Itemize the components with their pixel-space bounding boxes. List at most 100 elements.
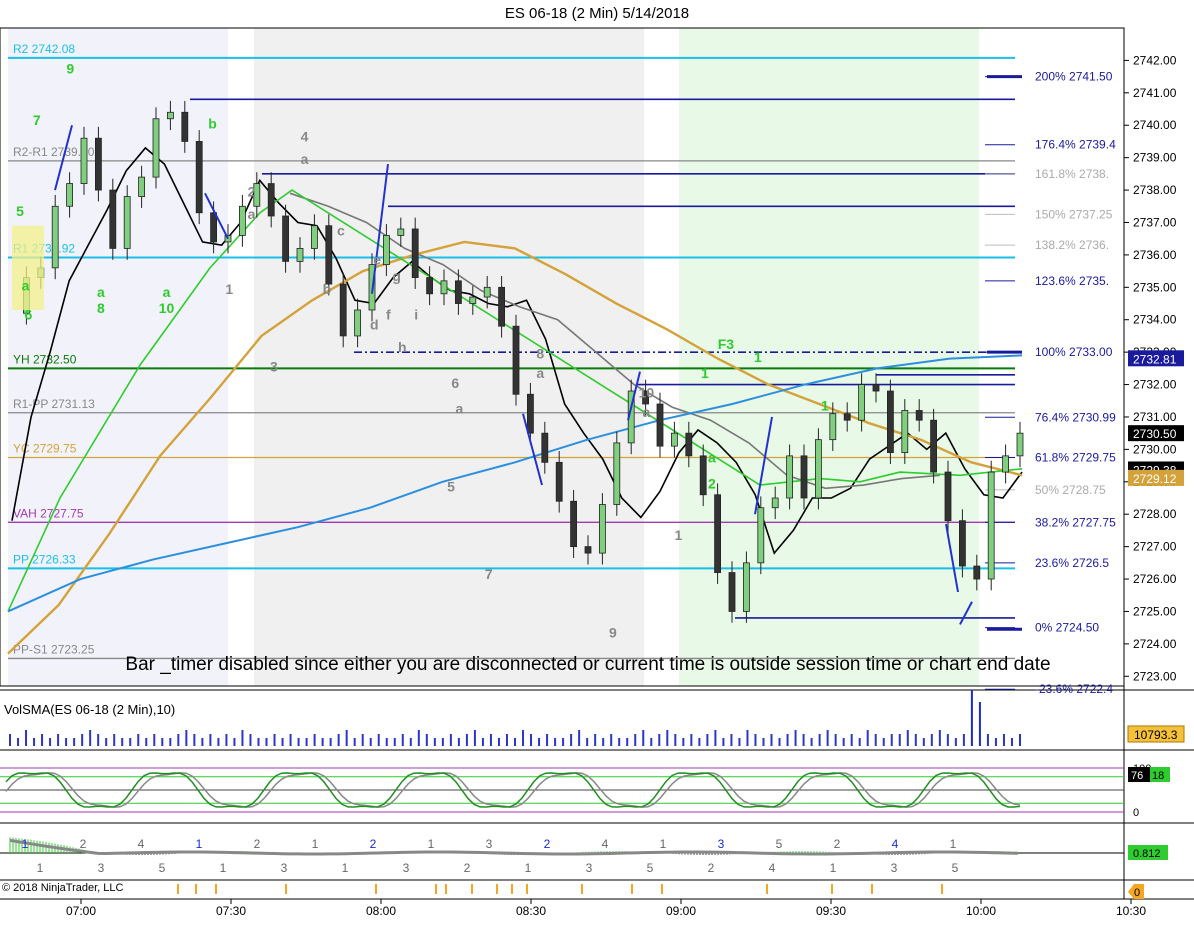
candle-body: [757, 507, 765, 564]
wave-label: 10: [639, 385, 655, 401]
candle-body: [95, 137, 102, 191]
candle-body: [1002, 455, 1009, 473]
histogram-wave-label: 2: [708, 861, 715, 875]
fib-label: 123.6% 2735.: [1035, 274, 1109, 288]
x-tick-label: 10:00: [966, 904, 996, 918]
fib-label: 176.4% 2739.4: [1035, 138, 1116, 152]
chart-canvas[interactable]: R2 2742.08R2-R1 2739.00R1 2735.92YH 2732…: [0, 0, 1194, 952]
fib-label: 23.6% 2726.5: [1035, 556, 1109, 570]
candle-body: [296, 248, 304, 262]
histogram-wave-label: 5: [159, 861, 166, 875]
fib-label: 138.2% 2736.: [1035, 238, 1109, 252]
wave-label: i: [414, 307, 418, 323]
histogram-wave-label: 2: [464, 861, 471, 875]
x-tick-label: 10:30: [1116, 904, 1146, 918]
candle-body: [411, 228, 419, 278]
wave-label: 6: [451, 375, 459, 391]
histogram-wave-label: 3: [403, 861, 410, 875]
wave-label: g: [392, 268, 401, 284]
y-tick-label: 2727.00: [1133, 540, 1177, 554]
wave-label: 2: [248, 184, 256, 200]
histogram-wave-label: 5: [952, 861, 959, 875]
y-tick-label: 2738.00: [1133, 183, 1177, 197]
price-marker-label: 2730.50: [1133, 427, 1177, 441]
histogram-wave-label: 2: [80, 837, 87, 851]
oscillator-tick-label: 0: [1133, 807, 1139, 819]
copyright: © 2018 NinjaTrader, LLC: [2, 882, 124, 894]
histogram-wave-label: 1: [196, 837, 203, 851]
candle-body: [512, 325, 520, 395]
candle-body: [987, 471, 995, 580]
candle-body: [181, 111, 189, 142]
candle-body: [771, 497, 779, 509]
candle-body: [51, 205, 59, 269]
oscillator-marker-label: 18: [1152, 770, 1164, 782]
level-label: R2 2742.08: [13, 42, 75, 56]
histogram-wave-label: 2: [834, 837, 841, 851]
fib-label: 76.4% 2730.99: [1035, 410, 1116, 424]
candle-body: [959, 520, 966, 567]
y-tick-label: 2728.00: [1133, 507, 1177, 521]
histogram-wave-label: 1: [830, 861, 837, 875]
candle-body: [656, 403, 664, 447]
histogram-wave-label: 3: [486, 837, 493, 851]
level-label: YH 2732.50: [13, 352, 77, 366]
y-tick-label: 2724.00: [1133, 637, 1177, 651]
y-tick-label: 2737.00: [1133, 215, 1177, 229]
wave-label: 6: [24, 307, 32, 323]
level-label: PP 2726.33: [13, 552, 76, 566]
wave-label: F3: [718, 336, 735, 352]
wave-label: a: [163, 284, 171, 300]
candle-body: [800, 455, 808, 499]
strip-marker-label: 0: [1134, 887, 1140, 899]
wave-label: b: [323, 281, 332, 297]
candle-body: [325, 225, 333, 285]
fib-label: 200% 2741.50: [1035, 70, 1113, 84]
fib-label: -23.6% 2722.4: [1035, 682, 1113, 696]
level-label: R1-PP 2731.13: [13, 397, 95, 411]
histogram-wave-label: 1: [22, 837, 29, 851]
candle-body: [843, 413, 851, 421]
candle-body: [166, 111, 174, 120]
wave-label: a: [708, 449, 716, 465]
candle-body: [915, 410, 923, 421]
candle-body: [872, 384, 880, 392]
histogram-wave-label: 1: [428, 837, 435, 851]
wave-label: f: [386, 307, 391, 323]
histogram-wave-label: 1: [220, 861, 227, 875]
candle-body: [714, 494, 721, 573]
candle-body: [671, 432, 678, 447]
price-marker-label: 2732.81: [1133, 352, 1177, 366]
histogram-wave-label: 3: [281, 861, 288, 875]
histogram-wave-label: 1: [37, 861, 44, 875]
candle-body: [527, 393, 534, 434]
candle-body: [382, 235, 390, 266]
candle-body: [210, 212, 218, 243]
wave-label: 2: [708, 475, 716, 491]
candle-body: [829, 413, 837, 441]
wave-label: 1: [754, 349, 762, 365]
wave-label: a: [22, 278, 30, 294]
histogram-wave-label: 2: [544, 837, 551, 851]
candle-body: [440, 280, 448, 295]
wave-label: a: [642, 404, 650, 420]
wave-label: c: [337, 222, 345, 238]
histogram-wave-label: 1: [525, 861, 532, 875]
candle-body: [469, 296, 477, 304]
y-tick-label: 2732.00: [1133, 378, 1177, 392]
candle-body: [109, 189, 117, 249]
wave-label: a: [248, 206, 256, 222]
wave-label: a: [536, 365, 544, 381]
y-tick-label: 2736.00: [1133, 248, 1177, 262]
candle-body: [699, 455, 707, 496]
wave-label: 9: [66, 60, 74, 76]
histogram-wave-label: 2: [254, 837, 261, 851]
volume-marker-label: 10793.3: [1134, 728, 1178, 742]
session-shade-morning: [254, 28, 644, 686]
histogram-wave-label: 1: [660, 837, 667, 851]
volume-panel-label: VolSMA(ES 06-18 (2 Min),10): [4, 702, 176, 717]
candle-body: [80, 137, 88, 184]
y-tick-label: 2741.00: [1133, 86, 1177, 100]
candle-body: [426, 277, 434, 295]
candle-body: [930, 419, 937, 473]
